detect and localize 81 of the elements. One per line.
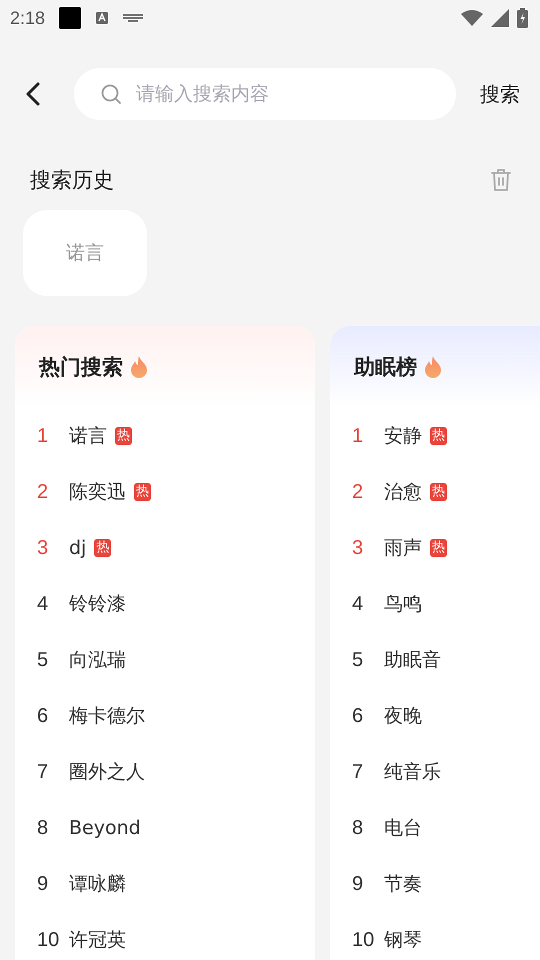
rank-number: 10 — [352, 928, 376, 952]
ranking-item[interactable]: 1 诺言 热 — [15, 408, 315, 464]
rank-number: 6 — [352, 704, 364, 728]
ranking-item[interactable]: 2 陈奕迅 热 — [15, 464, 315, 520]
item-name: 梅卡德尔 — [69, 704, 145, 729]
flame-icon — [423, 355, 443, 379]
signal-icon — [491, 9, 509, 27]
item-name: 助眠音 — [384, 648, 441, 673]
keyboard-icon — [123, 13, 144, 23]
ranking-item[interactable]: 8 Beyond — [15, 800, 315, 856]
section-title: 搜索历史 — [30, 167, 114, 194]
rank-number: 1 — [37, 424, 50, 448]
flame-icon — [129, 355, 149, 379]
ranking-item[interactable]: 3 雨声 热 — [330, 520, 540, 576]
ranking-item[interactable]: 9 节奏 — [330, 856, 540, 912]
hot-badge: 热 — [94, 539, 112, 557]
ranking-item[interactable]: 7 纯音乐 — [330, 744, 540, 800]
card-title: 助眠榜 — [354, 354, 417, 381]
ranking-item[interactable]: 10 许冠英 — [15, 912, 315, 960]
item-name: dj — [69, 537, 86, 559]
hot-badge: 热 — [134, 483, 151, 501]
rank-number: 2 — [37, 480, 50, 504]
ranking-item[interactable]: 5 向泓瑞 — [15, 632, 315, 688]
rank-number: 4 — [352, 592, 364, 616]
rank-number: 5 — [37, 648, 50, 672]
item-name: Beyond — [69, 817, 141, 839]
rank-number: 9 — [37, 872, 50, 896]
item-name: 圈外之人 — [69, 760, 145, 785]
app-icon — [59, 7, 82, 29]
rank-number: 9 — [352, 872, 364, 896]
ranking-item[interactable]: 4 铃铃漆 — [15, 576, 315, 632]
item-name: 许冠英 — [69, 928, 126, 953]
search-button[interactable]: 搜索 — [480, 80, 520, 108]
hot-badge: 热 — [430, 427, 447, 445]
ranking-item[interactable]: 4 鸟鸣 — [330, 576, 540, 632]
rank-number: 4 — [37, 592, 50, 616]
rank-number: 10 — [37, 928, 60, 952]
ranking-item[interactable]: 6 梅卡德尔 — [15, 688, 315, 744]
ranking-item[interactable]: 6 夜晚 — [330, 688, 540, 744]
rank-number: 3 — [352, 536, 364, 560]
rank-number: 8 — [352, 816, 364, 840]
item-name: 钢琴 — [384, 928, 422, 953]
hot-badge: 热 — [430, 483, 447, 501]
item-name: 向泓瑞 — [69, 648, 126, 673]
ranking-item[interactable]: 2 治愈 热 — [330, 464, 540, 520]
ranking-item[interactable]: 8 电台 — [330, 800, 540, 856]
item-name: 诺言 — [69, 424, 107, 449]
card-title: 热门搜索 — [39, 354, 123, 381]
hot-badge: 热 — [115, 427, 132, 445]
rank-number: 5 — [352, 648, 364, 672]
rank-number: 6 — [37, 704, 50, 728]
item-name: 电台 — [384, 816, 422, 841]
back-icon[interactable] — [26, 82, 40, 106]
item-name: 鸟鸣 — [384, 592, 422, 617]
rank-number: 8 — [37, 816, 50, 840]
item-name: 治愈 — [384, 480, 422, 505]
keyboard-app-icon — [95, 11, 110, 25]
rank-number: 7 — [37, 760, 50, 784]
ranking-item[interactable]: 1 安静 热 — [330, 408, 540, 464]
item-name: 铃铃漆 — [69, 592, 126, 617]
rank-number: 3 — [37, 536, 50, 560]
rank-number: 1 — [352, 424, 364, 448]
item-name: 陈奕迅 — [69, 480, 126, 505]
ranking-item[interactable]: 7 圈外之人 — [15, 744, 315, 800]
item-name: 雨声 — [384, 536, 422, 561]
search-field[interactable]: 请输入搜索内容 — [74, 68, 456, 120]
battery-icon — [517, 8, 528, 28]
rank-number: 7 — [352, 760, 364, 784]
status-time: 2:18 — [10, 8, 46, 28]
item-name: 夜晚 — [384, 704, 422, 729]
ranking-item[interactable]: 3 dj 热 — [15, 520, 315, 576]
ranking-item[interactable]: 10 钢琴 — [330, 912, 540, 960]
wifi-icon — [461, 10, 483, 26]
item-name: 纯音乐 — [384, 760, 441, 785]
ranking-item[interactable]: 5 助眠音 — [330, 632, 540, 688]
rank-number: 2 — [352, 480, 364, 504]
item-name: 安静 — [384, 424, 422, 449]
hot-badge: 热 — [430, 539, 447, 557]
item-name: 谭咏麟 — [69, 872, 126, 897]
ranking-item[interactable]: 9 谭咏麟 — [15, 856, 315, 912]
item-name: 节奏 — [384, 872, 422, 897]
